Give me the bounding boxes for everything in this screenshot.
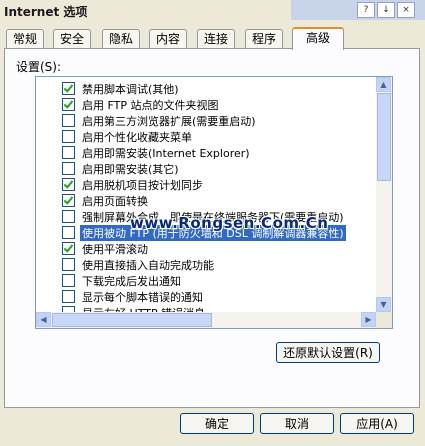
checkbox[interactable]: [62, 290, 75, 303]
checkbox[interactable]: [62, 82, 75, 95]
tab-connections[interactable]: 连接: [197, 29, 235, 48]
settings-item-label: 启用页面转换: [82, 195, 148, 208]
settings-item-label: 显示每个脚本错误的通知: [82, 291, 203, 304]
settings-item-label: 启用即需安装(Internet Explorer): [82, 147, 250, 160]
checkbox[interactable]: [62, 130, 75, 143]
settings-item-label: 启用 FTP 站点的文件夹视图: [82, 99, 219, 112]
window-title: Internet 选项: [4, 5, 88, 19]
settings-item-label: 启用即需安装(其它): [82, 163, 179, 176]
apply-button[interactable]: 应用(A): [340, 413, 414, 434]
minimize-button[interactable]: ↓: [377, 2, 395, 18]
tab-content[interactable]: 内容: [149, 29, 187, 48]
settings-item-label: 启用脱机项目按计划同步: [82, 179, 203, 192]
scroll-up-icon[interactable]: ▲: [376, 77, 391, 92]
scrollbar-corner: [376, 312, 392, 328]
help-button[interactable]: ?: [357, 2, 375, 18]
watermark-text: www.Rongsen.Com.Cn: [130, 214, 329, 232]
checkbox[interactable]: [62, 242, 75, 255]
checkbox[interactable]: [62, 258, 75, 271]
scroll-right-icon[interactable]: ▶: [361, 312, 376, 327]
restore-defaults-button[interactable]: 还原默认设置(R): [276, 342, 380, 363]
horizontal-scrollbar[interactable]: ◀ ▶: [36, 312, 376, 328]
settings-list[interactable]: 禁用脚本调试(其他) 启用 FTP 站点的文件夹视图 启用第三方浏览器扩展(需要…: [35, 76, 393, 329]
tab-privacy[interactable]: 隐私: [102, 29, 140, 48]
close-button[interactable]: ×: [397, 2, 415, 18]
tab-general[interactable]: 常规: [6, 29, 44, 48]
settings-item-label: 启用第三方浏览器扩展(需要重启动): [82, 115, 256, 128]
checkbox[interactable]: [62, 114, 75, 127]
checkbox[interactable]: [62, 210, 75, 223]
title-bar: Internet 选项 ? ↓ ×: [0, 0, 425, 26]
settings-item-label: 禁用脚本调试(其他): [82, 83, 179, 96]
tab-strip: 常规 安全 隐私 内容 连接 程序 高级: [4, 27, 424, 50]
tab-advanced[interactable]: 高级: [292, 27, 344, 50]
tab-programs[interactable]: 程序: [245, 29, 283, 48]
settings-item-label: 下载完成后发出通知: [82, 275, 181, 288]
settings-item-label: 启用个性化收藏夹菜单: [82, 131, 192, 144]
checkbox[interactable]: [62, 146, 75, 159]
horizontal-scroll-thumb[interactable]: [52, 313, 212, 327]
settings-label: 设置(S):: [16, 60, 62, 74]
settings-item-label: 使用直接插入自动完成功能: [82, 259, 214, 272]
tab-security[interactable]: 安全: [53, 29, 91, 48]
scroll-down-icon[interactable]: ▼: [376, 297, 391, 312]
checkbox[interactable]: [62, 98, 75, 111]
ok-button[interactable]: 确定: [180, 413, 254, 434]
checkbox[interactable]: [62, 274, 75, 287]
title-bar-buttons: ? ↓ ×: [291, 0, 425, 20]
checkbox[interactable]: [62, 226, 75, 239]
vertical-scroll-thumb[interactable]: [377, 93, 391, 181]
settings-item-label: 使用平滑滚动: [82, 243, 148, 256]
scroll-left-icon[interactable]: ◀: [36, 312, 51, 327]
checkbox[interactable]: [62, 178, 75, 191]
checkbox[interactable]: [62, 194, 75, 207]
cancel-button[interactable]: 取消: [260, 413, 334, 434]
checkbox[interactable]: [62, 162, 75, 175]
vertical-scrollbar[interactable]: ▲ ▼: [376, 77, 392, 312]
